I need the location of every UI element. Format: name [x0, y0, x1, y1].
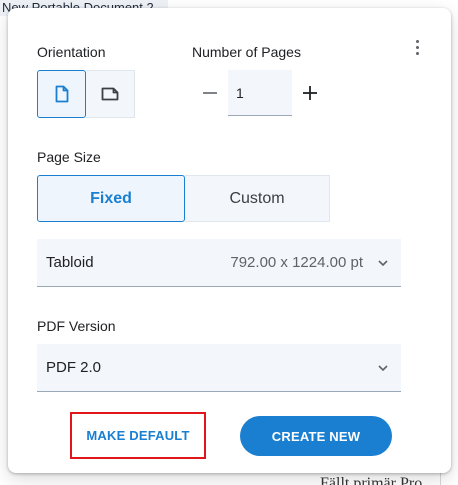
- number-of-pages-label: Number of Pages: [192, 44, 301, 60]
- minus-icon: [203, 92, 217, 94]
- orientation-label: Orientation: [37, 44, 106, 60]
- pdf-version-label: PDF Version: [37, 318, 116, 334]
- portrait-button[interactable]: [37, 70, 86, 118]
- chevron-down-icon: [377, 362, 389, 374]
- background-bottom-text: Fällt primär Pro: [320, 476, 423, 485]
- increment-pages-button[interactable]: [299, 82, 321, 104]
- page-size-toggle: Fixed Custom: [37, 175, 330, 222]
- chevron-down-icon: [377, 257, 389, 269]
- landscape-button[interactable]: [86, 70, 135, 118]
- page-size-label: Page Size: [37, 149, 101, 165]
- custom-size-button[interactable]: Custom: [185, 175, 330, 222]
- pdf-version-select[interactable]: PDF 2.0: [37, 344, 401, 392]
- decrement-pages-button[interactable]: [199, 82, 221, 104]
- page-size-select[interactable]: Tabloid 792.00 x 1224.00 pt: [37, 239, 401, 287]
- fixed-size-button[interactable]: Fixed: [37, 175, 185, 222]
- plus-icon: [303, 86, 317, 100]
- pdf-version-value: PDF 2.0: [46, 359, 102, 376]
- make-default-button[interactable]: MAKE DEFAULT: [70, 412, 206, 459]
- more-vertical-icon[interactable]: [408, 38, 426, 56]
- landscape-page-icon: [101, 87, 119, 101]
- pages-count-input[interactable]: [228, 70, 292, 116]
- orientation-toggle: [37, 70, 135, 118]
- page-size-dimensions: 792.00 x 1224.00 pt: [230, 254, 363, 271]
- new-document-dialog: Orientation Number of Pages 1 Page Size …: [8, 8, 451, 473]
- page-size-preset: Tabloid: [46, 254, 94, 271]
- portrait-page-icon: [55, 85, 68, 103]
- create-new-button[interactable]: CREATE NEW: [240, 416, 392, 456]
